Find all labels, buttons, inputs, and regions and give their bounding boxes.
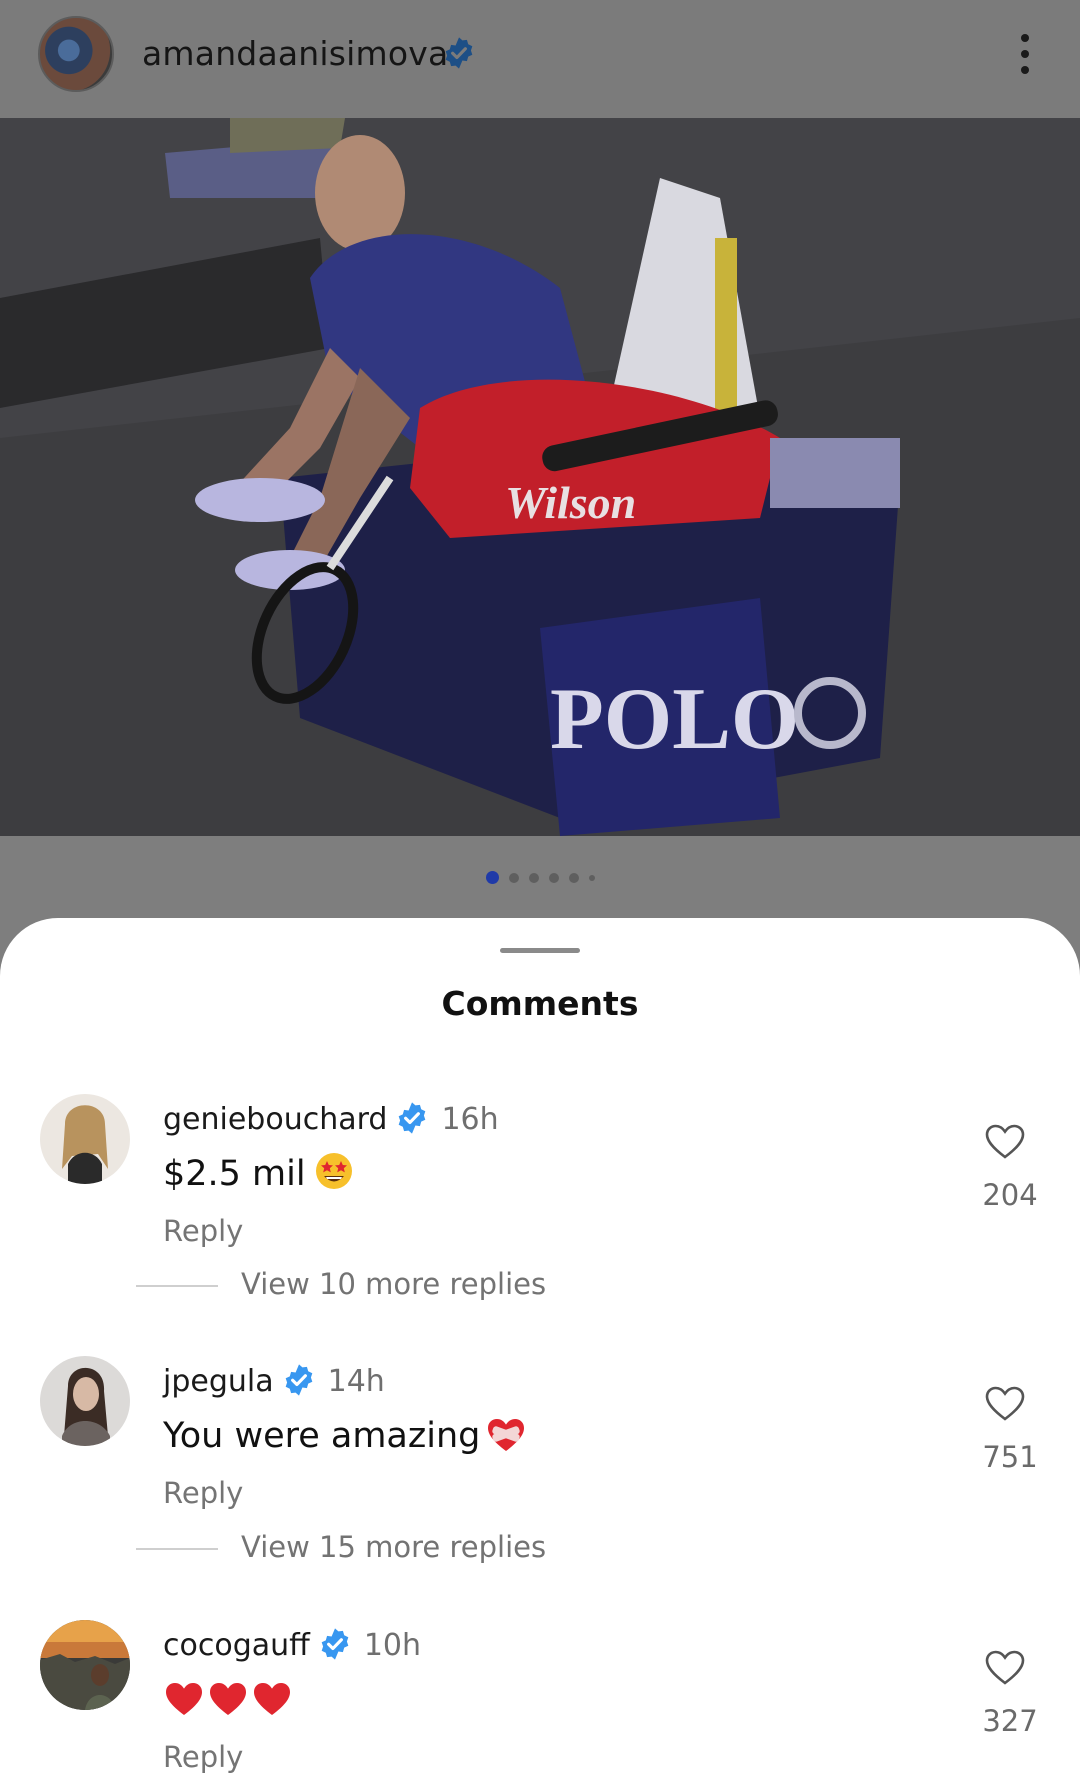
view-more-replies[interactable]: View 15 more replies (0, 1530, 1080, 1570)
like-count: 204 (982, 1178, 1038, 1212)
comment-timestamp: 16h (441, 1102, 499, 1137)
comment-text: You were amazing (163, 1416, 481, 1456)
like-heart-icon[interactable] (985, 1650, 1025, 1686)
post-photo[interactable]: Wilson POLO (0, 118, 1080, 836)
mending-heart-emoji-icon (488, 1419, 525, 1451)
post-author-username[interactable]: amandaanisimova (142, 34, 448, 73)
sheet-title: Comments (441, 984, 639, 1023)
like-heart-icon[interactable] (985, 1124, 1025, 1160)
comment-item: cocogauff 10h Reply 327 (0, 1620, 1080, 1774)
carousel-dot (588, 874, 595, 881)
carousel-dot (568, 872, 579, 883)
commenter-username[interactable]: jpegula (163, 1364, 274, 1399)
carousel-dot-active (485, 871, 499, 884)
comment-text: $2.5 mil (163, 1154, 306, 1194)
verified-badge-icon (285, 1363, 312, 1396)
comment-item: jpegula 14h You were amazing Reply 751 (0, 1356, 1080, 1510)
carousel-dot (548, 872, 559, 883)
star-struck-emoji-icon (315, 1153, 352, 1189)
view-more-replies-label[interactable]: View 10 more replies (241, 1267, 546, 1301)
red-heart-emoji-icon (254, 1683, 290, 1715)
like-count: 751 (982, 1440, 1038, 1474)
like-heart-icon[interactable] (985, 1386, 1025, 1422)
commenter-avatar[interactable] (40, 1356, 130, 1446)
post-header: amandaanisimova (0, 0, 1080, 118)
comment-timestamp: 10h (363, 1628, 421, 1663)
reply-button[interactable]: Reply (163, 1740, 243, 1774)
divider (136, 1548, 218, 1550)
sheet-drag-handle[interactable] (500, 948, 580, 953)
carousel-dot (528, 872, 539, 883)
red-heart-emoji-icon (166, 1683, 202, 1715)
like-count: 327 (982, 1704, 1038, 1738)
reply-button[interactable]: Reply (163, 1214, 243, 1248)
commenter-avatar[interactable] (40, 1094, 130, 1184)
photo-cooler-brand-text: POLO (550, 671, 799, 768)
comment-timestamp: 14h (327, 1364, 385, 1399)
commenter-username[interactable]: cocogauff (163, 1628, 310, 1663)
divider (136, 1285, 218, 1287)
post-author-avatar[interactable] (38, 16, 114, 92)
view-more-replies-label[interactable]: View 15 more replies (241, 1530, 546, 1564)
post-background: amandaanisimova Wilson POLO (0, 0, 1080, 1000)
red-heart-emoji-icon (210, 1683, 246, 1715)
verified-badge-icon (445, 37, 473, 69)
reply-button[interactable]: Reply (163, 1476, 243, 1510)
carousel-dot (508, 872, 519, 883)
verified-badge-icon (321, 1627, 349, 1660)
comments-sheet: Comments geniebouchard 16h $2.5 mil Reply… (0, 918, 1080, 1774)
photo-bag-brand-text: Wilson (505, 477, 636, 528)
carousel-indicator (0, 867, 1080, 886)
comment-item: geniebouchard 16h $2.5 mil Reply 204 (0, 1094, 1080, 1248)
verified-badge-icon (399, 1101, 426, 1134)
commenter-username[interactable]: geniebouchard (163, 1102, 387, 1137)
commenter-avatar[interactable] (40, 1620, 130, 1710)
more-options-icon[interactable] (1010, 30, 1040, 80)
view-more-replies[interactable]: View 10 more replies (0, 1267, 1080, 1307)
